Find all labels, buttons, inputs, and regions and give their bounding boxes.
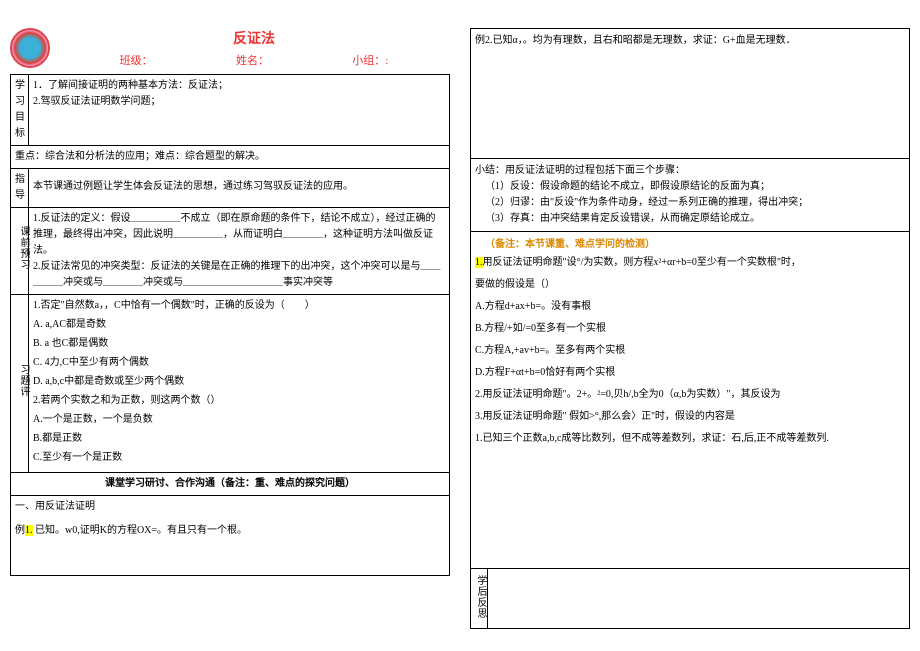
group-label: 小组：:	[352, 52, 388, 68]
check-note: （备注：本节课重、难点学问的检测）	[475, 236, 905, 254]
problem2: 2.用反证法证明命题"。2+。²=0,贝h/,b全为0（α,b为实数）"，其反设…	[475, 386, 905, 404]
q2-opt-a: A.一个是正数，一个是负数	[33, 412, 445, 428]
discussion-cell: 一、用反证法证明 例1. 已知。w0,证明K的方程OX=。有且只有一个根。	[11, 496, 450, 576]
guide-text: 本节课通过例题让学生体会反证法的思想，通过练习驾驭反证法的应用。	[29, 169, 450, 208]
reflection-cell	[488, 569, 910, 629]
p1-text2: 要做的假设是（）	[475, 276, 905, 294]
keypoints-text: 重点：综合法和分析法的应用；难点：综合题型的解决。	[11, 146, 450, 169]
meta-line: 班级： 姓名： 小组：:	[58, 52, 450, 68]
p1-opt-b: B.方程/+如/=0至多有一个实根	[475, 320, 905, 338]
title-block: 反证法 班级： 姓名： 小组：:	[58, 28, 450, 68]
class-label: 班级：	[120, 52, 153, 68]
reflection-row: 学后反思	[470, 569, 910, 629]
q2-opt-b: B.都是正数	[33, 431, 445, 447]
reflection-label: 学后反思	[470, 569, 488, 629]
discussion-heading: 课堂学习研讨、合作沟通（备注：重、难点的探究问题）	[11, 473, 450, 496]
problem3: 3.用反证法证明命题" 假如>°,那么会〉正''时，假设的内容是	[475, 408, 905, 426]
document-title: 反证法	[58, 28, 450, 48]
example2-text: 例2.已知α，。均为有理数，且右和昭都是无理数，求证：G+血是无理数．	[475, 35, 796, 46]
row-label-exercises: 习题评	[11, 295, 29, 473]
example2-box: 例2.已知α，。均为有理数，且右和昭都是无理数，求证：G+血是无理数．	[470, 28, 910, 158]
row-label-guide: 指导	[11, 169, 29, 208]
p1-opt-c: C.方程A,+av+b=。至多有两个实根	[475, 342, 905, 360]
section1-title: 一、用反证法证明	[15, 499, 445, 515]
worksheet-table: 学习目标 1．了解间接证明的两种基本方法：反证法； 2.驾驭反证法证明数学问题；…	[10, 74, 450, 576]
problem1-line: 1.用反证法证明命题"设°/为实数，则方程x²+αr+b=0至少有一个实数根"时…	[475, 254, 905, 272]
p1-num: 1.	[475, 257, 483, 268]
summary-step3: （3）存真：由冲突结果肯定反设错误，从而确定原结论成立。	[475, 211, 905, 227]
school-logo	[10, 28, 50, 68]
ex1-text: 已知。w0,证明K的方程OX=。有且只有一个根。	[35, 525, 247, 536]
p1-opt-a: A.方程d+ax+b=。没有事根	[475, 298, 905, 316]
summary-step1: （1）反设：假设命题的结论不成立，即假设原结论的反面为真；	[475, 179, 905, 195]
summary-step2: （2）归谬：由"反设"作为条件动身，经过一系列正确的推理，得出冲突；	[475, 195, 905, 211]
row-label-preview: 课前预习	[11, 208, 29, 295]
example1-line: 例1. 已知。w0,证明K的方程OX=。有且只有一个根。	[15, 523, 445, 539]
q1-stem: 1.否定"自然数a，，C中恰有一个偶数"时，正确的反设为（ ）	[33, 300, 315, 311]
p1-text: 用反证法证明命题"设°/为实数，则方程x²+αr+b=0至少有一个实数根"时，	[483, 257, 801, 268]
q2-stem: 2.若两个实数之和为正数，则这两个数（）	[33, 395, 221, 406]
summary-box: 小结：用反证法证明的过程包括下面三个步骤： （1）反设：假设命题的结论不成立，即…	[470, 158, 910, 231]
name-label: 姓名：	[236, 52, 269, 68]
summary-lead: 小结：用反证法证明的过程包括下面三个步骤：	[475, 163, 905, 179]
check-box: （备注：本节课重、难点学问的检测） 1.用反证法证明命题"设°/为实数，则方程x…	[470, 231, 910, 569]
q1-opt-b: B. a 也C都是偶数	[33, 336, 445, 352]
q2-opt-c: C.至少有一个是正数	[33, 450, 445, 466]
objective-text: 1．了解间接证明的两种基本方法：反证法； 2.驾驭反证法证明数学问题；	[29, 75, 450, 146]
preview-text: 1.反证法的定义：假设＿＿＿＿＿不成立（即在原命题的条件下，结论不成立），经过正…	[29, 208, 450, 295]
q1-opt-a: A. a,AC都是奇数	[33, 317, 445, 333]
problem4: 1.已知三个正数a,b,c成等比数列，但不成等差数列，求证：石,后,正不成等差数…	[475, 430, 905, 448]
exercises-cell: 1.否定"自然数a，，C中恰有一个偶数"时，正确的反设为（ ） A. a,AC都…	[29, 295, 450, 473]
ex1-prefix: 例	[15, 525, 25, 536]
ex1-number: 1.	[25, 525, 33, 536]
q1-opt-c: C. 4力,C中至少有两个偶数	[33, 355, 445, 371]
p1-opt-d: D.方程F+αt+b=0恰好有两个实根	[475, 364, 905, 382]
q1-opt-d: D. a,b,c中都是奇数或至少两个偶数	[33, 374, 445, 390]
row-label-objective: 学习目标	[11, 75, 29, 146]
